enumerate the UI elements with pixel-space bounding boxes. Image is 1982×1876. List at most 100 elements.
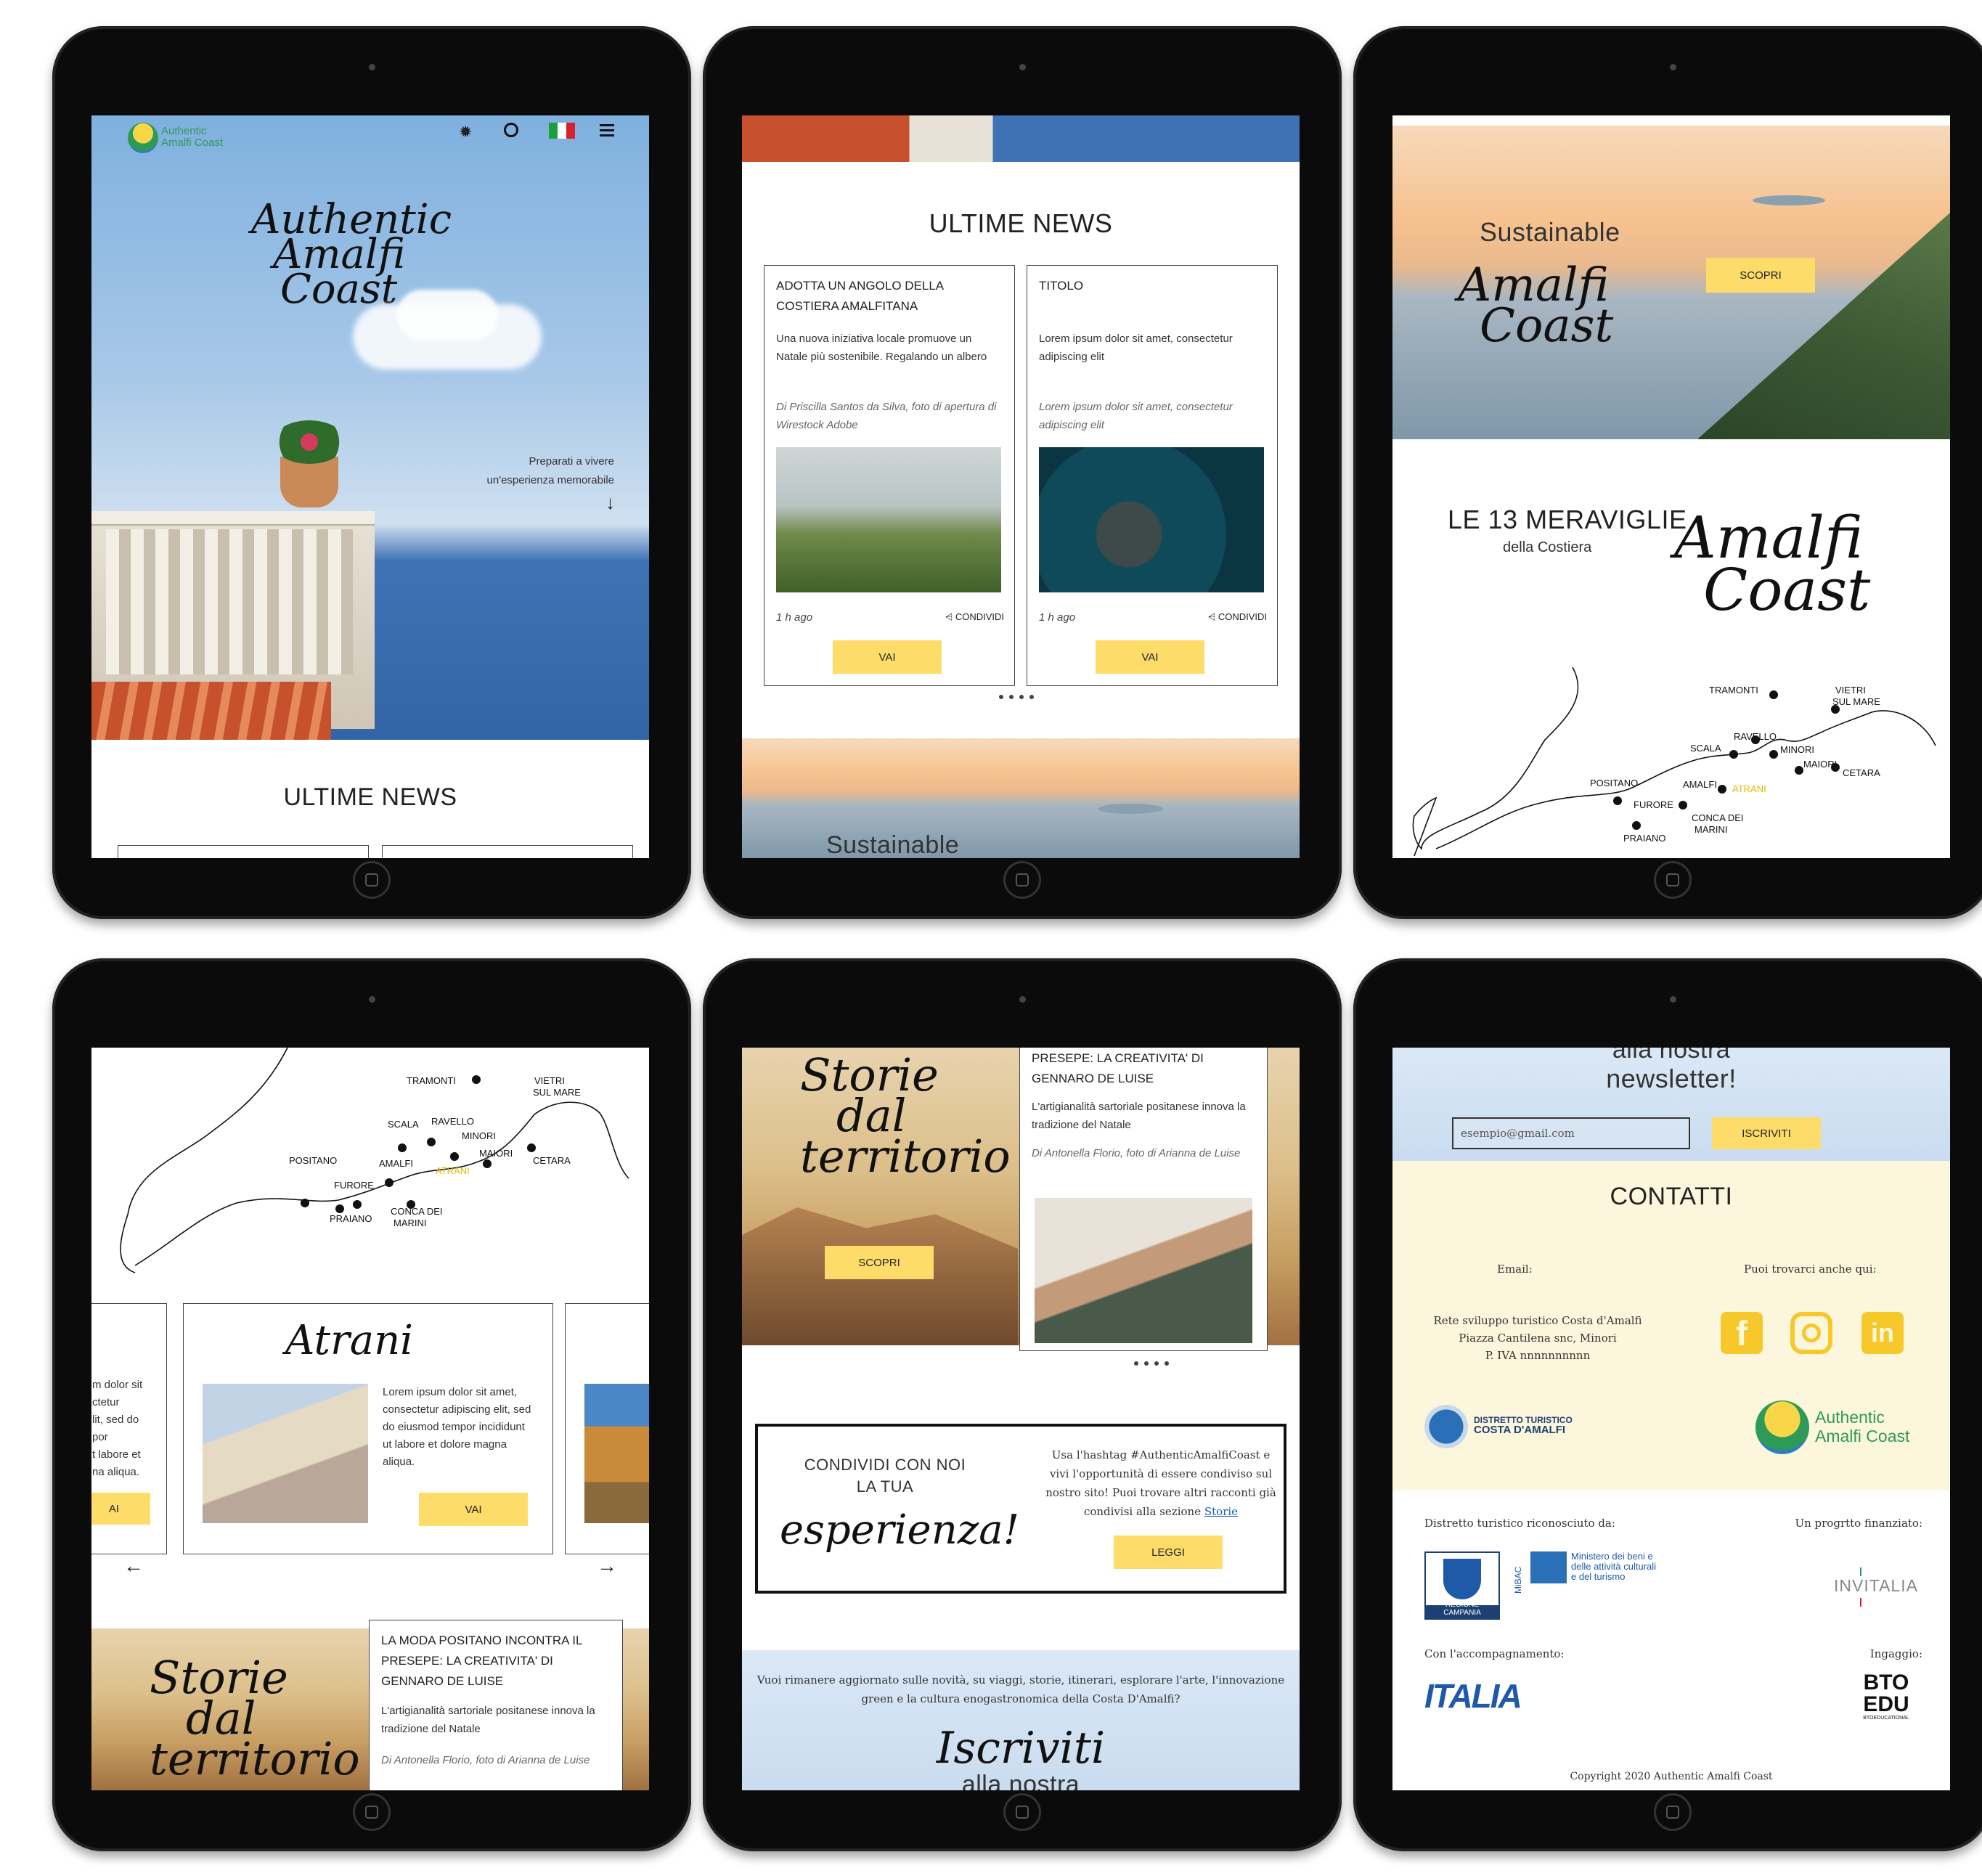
italy-flag-icon[interactable] [549,123,575,139]
carousel-dots[interactable] [1134,1361,1169,1366]
storie-script: Storie dal territorio [150,1655,360,1785]
town-card-peek: m dolor sit ctetur lit, sed do por t lab… [91,1303,167,1554]
map-point-amalfi[interactable] [385,1178,393,1187]
scopri-button[interactable]: SCOPRI [1706,258,1815,293]
map-label: MINORI [462,1130,496,1141]
news-card-body: Una nuova iniziativa locale promuove un … [776,333,987,363]
island [1753,195,1825,205]
screen: Sustainable Amalfi Coast SCOPRI LE 13 ME… [1392,115,1950,858]
map-point-praiano[interactable] [1632,821,1641,830]
share-script: esperienza! [780,1506,1020,1554]
next-arrow-icon[interactable]: → [597,1554,617,1578]
home-button[interactable] [1654,861,1692,899]
map-label: PRAIANO [330,1213,372,1224]
map-point-tramonti[interactable] [1769,690,1778,699]
coast-road [134,1101,629,1266]
map-label-highlight: ATRANI [1732,783,1766,794]
email-label: Email: [1497,1263,1533,1276]
carousel-dots[interactable] [999,695,1034,699]
map-point-tramonti[interactable] [472,1075,481,1084]
email-input[interactable]: esempio@gmail.com [1452,1117,1690,1149]
news-card-title: TITOLO [1039,279,1084,293]
hero-tagline-line-2: un'esperienza memorabile [486,474,614,486]
regione-label: REGIONE CAMPANIA [1443,1601,1481,1617]
subscribe-button[interactable]: ISCRIVITI [1712,1117,1821,1149]
share-heading: CONDIVIDI CON NOI LA TUA [802,1454,968,1498]
iscriviti-script: Iscriviti [936,1723,1106,1774]
town-card-title: Atrani [285,1317,414,1364]
share-label: CONDIVIDI [1218,611,1267,622]
home-button[interactable] [353,861,391,899]
settings-icon[interactable]: ✹ [459,123,472,142]
map-point-cetara[interactable] [527,1143,536,1152]
roof-tiles [91,682,331,740]
italia-logo: ITALIA [1424,1677,1522,1715]
home-button[interactable] [1654,1793,1692,1831]
instagram-icon[interactable] [1790,1312,1832,1354]
camera [1670,996,1676,1003]
tablet-news: ULTIME NEWS ADOTTA UN ANGOLO DELLA COSTI… [703,26,1342,919]
share-text-body: Usa l'hashtag #AuthenticAmalfiCoast e vi… [1045,1448,1276,1518]
logo-text[interactable]: Authentic Amalfi Coast [161,126,223,149]
script-line-2: Coast [1480,299,1614,353]
menu-icon[interactable] [600,124,614,136]
share-heading-line-1: CONDIVIDI CON NOI [804,1456,966,1474]
town-card-button[interactable]: AI [91,1493,150,1525]
screen: Authentic Amalfi Coast ✹ Authentic Amalf… [91,115,649,858]
alla-nostra-text: alla nostra [961,1771,1080,1790]
camera [369,996,375,1003]
logo-mark-icon[interactable] [128,123,158,153]
map-point-minori[interactable] [1769,750,1778,759]
distretto-line-2: COSTA D'AMALFI [1474,1424,1566,1436]
news-card-button[interactable]: VAI [1096,640,1204,674]
share-link[interactable]: ⩤ CONDIVIDI [1208,611,1267,623]
news-card: ADOTTA UN ANGOLO DELLA COSTIERA AMALFITA… [764,265,1015,686]
balcony-rail [91,511,375,526]
linkedin-icon[interactable]: in [1861,1312,1904,1354]
news-card-author: Di Priscilla Santos da Silva, foto di ap… [776,401,997,431]
map-point-minori[interactable] [450,1152,459,1161]
map-point-scala[interactable] [398,1143,407,1152]
prev-arrow-icon[interactable]: ← [123,1554,144,1578]
copyright: Copyright 2020 Authentic Amalfi Coast [1570,1771,1773,1782]
tablet-sustainable-map: Sustainable Amalfi Coast SCOPRI LE 13 ME… [1353,26,1982,919]
map-point-furore[interactable] [353,1200,362,1209]
news-card: TITOLO Lorem ipsum dolor sit amet, conse… [1027,265,1278,686]
flowers [273,420,346,464]
map-point-conca-dei-marini[interactable] [1679,801,1687,809]
contacts-section: CONTATTI Email: Puoi trovarci anche qui:… [1392,1161,1950,1490]
search-icon[interactable] [504,123,518,137]
home-button[interactable] [353,1793,391,1831]
home-button[interactable] [1003,861,1041,899]
town-card-button[interactable]: VAI [419,1493,528,1526]
map-point-maiori[interactable] [483,1159,492,1168]
map-label: SUL MARE [1832,696,1880,707]
scopri-button[interactable]: SCOPRI [825,1246,934,1279]
storie-link[interactable]: Storie [1204,1505,1238,1518]
news-card-image [776,447,1001,592]
home-button[interactable] [1003,1793,1041,1831]
map-point-positano[interactable] [301,1199,309,1207]
share-box: CONDIVIDI CON NOI LA TUA esperienza! Usa… [755,1424,1286,1594]
map-point-amalfi[interactable] [1718,785,1726,794]
map-label: CONCA DEI [1692,812,1744,823]
map-label: PRAIANO [1623,833,1666,844]
camera [1019,64,1026,70]
map-point-positano[interactable] [1613,796,1622,805]
leggi-button[interactable]: LEGGI [1114,1536,1223,1569]
map-label: AMALFI [1683,779,1717,790]
news-card-button[interactable]: VAI [833,640,942,674]
facebook-icon[interactable]: f [1721,1312,1763,1354]
coast-outline [120,1048,288,1273]
map-point-maiori[interactable] [1795,766,1803,775]
map-point-scala[interactable] [1729,750,1738,759]
storie-line-3: territorio [150,1732,360,1785]
scroll-down-arrow-icon[interactable]: ↓ [605,492,615,514]
share-link[interactable]: ⩤ CONDIVIDI [945,611,1004,623]
map-point-praiano[interactable] [335,1204,344,1213]
island [1098,804,1163,814]
address-line-1: Rete sviluppo turistico Costa d'Amalfi [1433,1314,1642,1327]
sustainable-banner-peek: Sustainable [742,738,1300,858]
map-label: FURORE [1634,799,1673,810]
map-point-ravello[interactable] [427,1138,436,1146]
